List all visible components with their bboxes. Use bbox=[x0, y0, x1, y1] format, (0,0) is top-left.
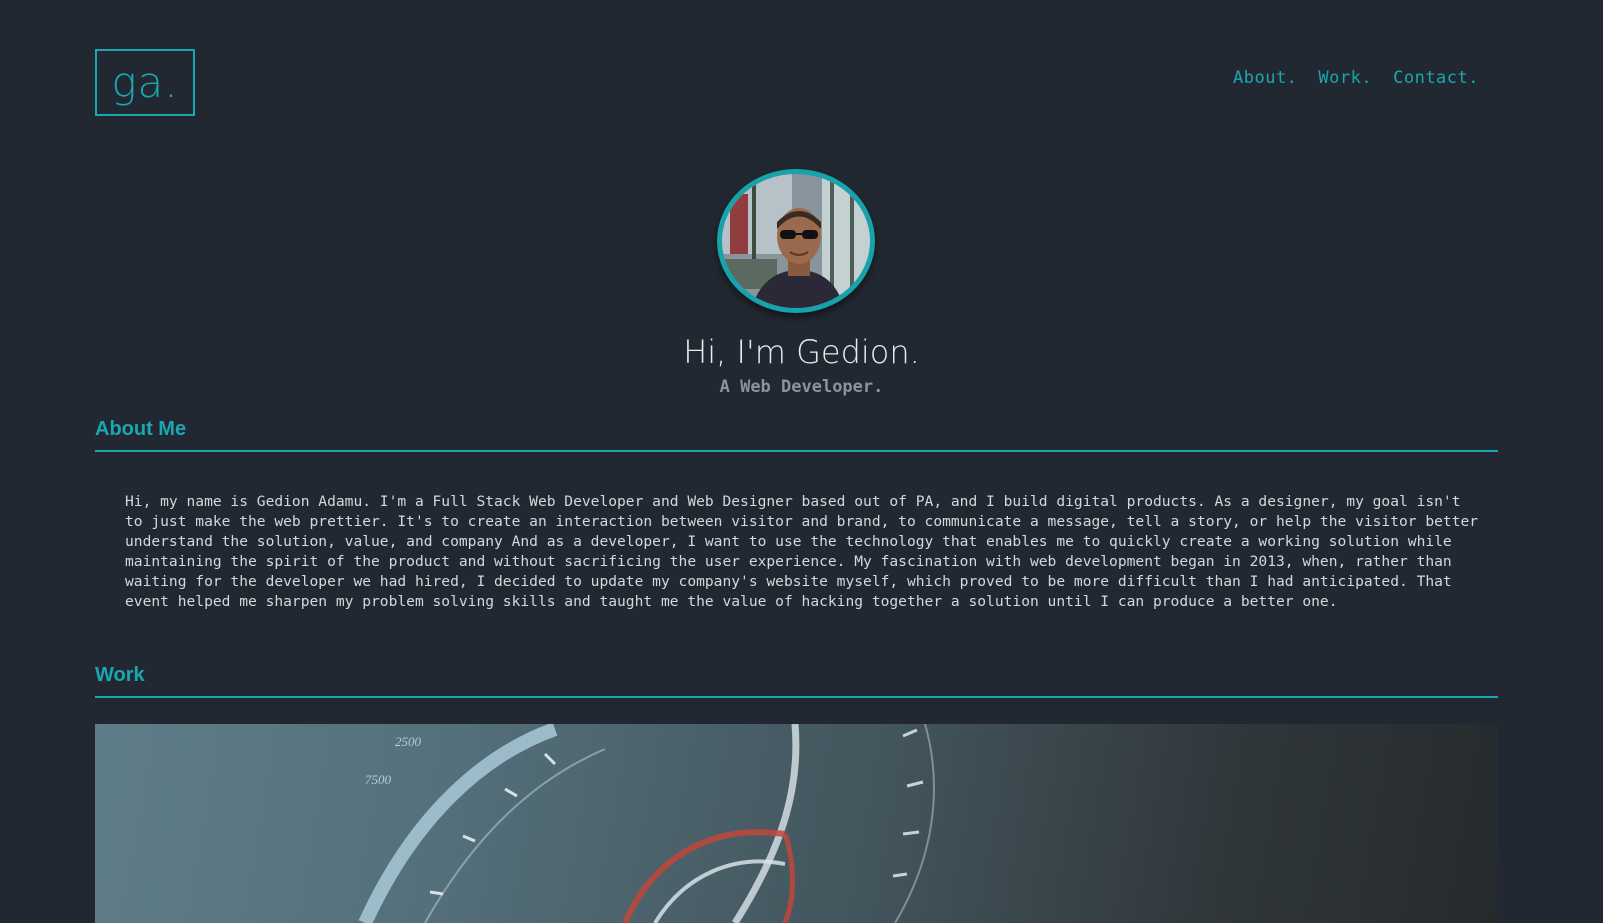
about-paragraph: Hi, my name is Gedion Adamu. I'm a Full … bbox=[125, 493, 1479, 610]
work-heading: Work bbox=[95, 664, 1498, 698]
logo-text: ga. bbox=[111, 58, 179, 107]
main-nav: About. Work. Contact. bbox=[1233, 68, 1479, 88]
work-project-image[interactable]: 2500 7500 bbox=[95, 724, 1498, 923]
hero-title: Hi, I'm Gedion. bbox=[683, 333, 920, 371]
speedometer-graphic: 2500 7500 bbox=[358, 724, 935, 923]
work-image-label-1: 2500 bbox=[395, 734, 422, 749]
profile-avatar bbox=[717, 169, 875, 313]
hero-subtitle: A Web Developer. bbox=[719, 377, 884, 397]
nav-link-work[interactable]: Work. bbox=[1318, 68, 1372, 88]
nav-link-about[interactable]: About. bbox=[1233, 68, 1297, 88]
nav-link-contact[interactable]: Contact. bbox=[1393, 68, 1479, 88]
site-logo[interactable]: ga. bbox=[95, 49, 195, 116]
about-heading: About Me bbox=[95, 418, 1498, 452]
profile-photo bbox=[722, 174, 870, 308]
work-image-label-2: 7500 bbox=[365, 772, 392, 787]
